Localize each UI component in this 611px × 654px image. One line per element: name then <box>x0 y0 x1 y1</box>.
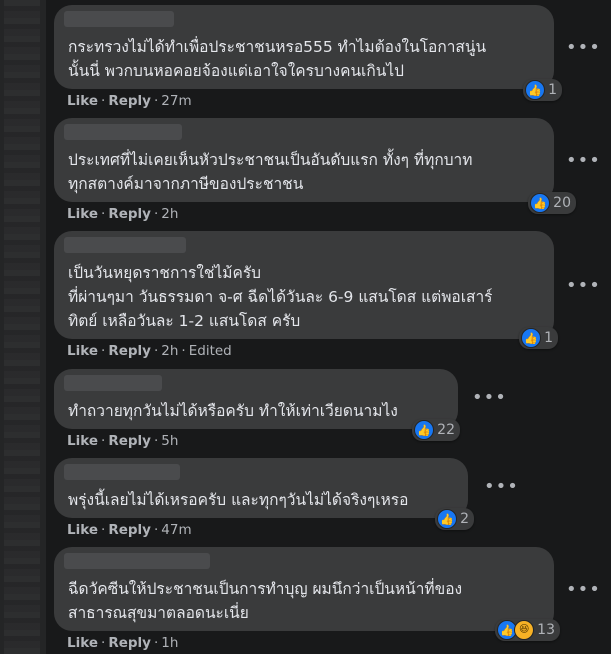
more-options-icon[interactable]: ••• <box>566 150 601 171</box>
like-button[interactable]: Like <box>67 635 98 651</box>
comment-bubble: พรุ่งนี้เลยไม่ได้เหรอครับ และทุกๆวันไม่ไ… <box>54 458 474 530</box>
author-name-blurred[interactable] <box>64 553 210 569</box>
more-options-icon[interactable]: ••• <box>566 275 601 296</box>
like-button[interactable]: Like <box>67 343 98 359</box>
reaction-summary[interactable]: 👍 1 <box>523 79 562 101</box>
separator: · <box>153 635 159 651</box>
avatar-blur <box>4 0 40 654</box>
comment-actions: Like · Reply · 1h <box>67 635 178 651</box>
separator: · <box>153 206 159 222</box>
separator: · <box>181 343 186 359</box>
comment-text: กระทรวงไม่ได้ทำเพื่อประชาชนหรอ555 ทำไมต้… <box>68 38 487 80</box>
reply-button[interactable]: Reply <box>108 343 151 359</box>
reaction-summary[interactable]: 👍 22 <box>412 419 460 441</box>
comment-text: ฉีดวัคซีนให้ประชาชนเป็นการทำบุญ ผมนึกว่า… <box>68 580 463 622</box>
reply-button[interactable]: Reply <box>108 433 151 449</box>
comment-text: ทำถวายทุกวันไม่ได้หรือครับ ทำให้เท่าเวีย… <box>68 402 398 420</box>
like-button[interactable]: Like <box>67 93 98 109</box>
reaction-count: 1 <box>548 82 557 98</box>
comment-4: ทำถวายทุกวันไม่ได้หรือครับ ทำให้เท่าเวีย… <box>54 369 506 449</box>
separator: · <box>101 433 106 449</box>
reaction-summary[interactable]: 👍 1 <box>519 327 558 349</box>
separator: · <box>101 93 106 109</box>
author-name-blurred[interactable] <box>64 124 182 140</box>
timestamp[interactable]: 2h <box>161 206 178 222</box>
more-options-icon[interactable]: ••• <box>484 476 519 497</box>
comment-actions: Like · Reply · 2h · Edited <box>67 343 232 359</box>
reaction-summary[interactable]: 👍 20 <box>528 192 576 214</box>
separator: · <box>101 635 106 651</box>
comment-bubble: ประเทศที่ไม่เคยเห็นหัวประชาชนเป็นอันดับแ… <box>54 118 576 214</box>
comment-actions: Like · Reply · 2h <box>67 206 178 222</box>
separator: · <box>101 522 106 538</box>
like-icon: 👍 <box>530 193 551 213</box>
comment-bubble: เป็นวันหยุดราชการใช่ไม้ครับ ที่ผ่านๆมา ว… <box>54 231 558 349</box>
comment-actions: Like · Reply · 27m <box>67 93 192 109</box>
comment-6: ฉีดวัคซีนให้ประชาชนเป็นการทำบุญ ผมนึกว่า… <box>54 547 600 651</box>
more-options-icon[interactable]: ••• <box>566 579 601 600</box>
reply-button[interactable]: Reply <box>108 635 151 651</box>
author-name-blurred[interactable] <box>64 237 186 253</box>
timestamp[interactable]: 5h <box>161 433 178 449</box>
comment-text: พรุ่งนี้เลยไม่ได้เหรอครับ และทุกๆวันไม่ไ… <box>68 491 409 509</box>
comment-bubble: กระทรวงไม่ได้ทำเพื่อประชาชนหรอ555 ทำไมต้… <box>54 5 562 101</box>
separator: · <box>101 343 106 359</box>
like-button[interactable]: Like <box>67 522 98 538</box>
reaction-count: 22 <box>437 422 455 438</box>
comment-actions: Like · Reply · 5h <box>67 433 178 449</box>
comment-bubble: ฉีดวัคซีนให้ประชาชนเป็นการทำบุญ ผมนึกว่า… <box>54 547 560 641</box>
like-button[interactable]: Like <box>67 433 98 449</box>
like-icon: 👍 <box>437 509 458 529</box>
reaction-summary[interactable]: 👍 😆 13 <box>495 619 560 641</box>
comment-text: เป็นวันหยุดราชการใช่ไม้ครับ ที่ผ่านๆมา ว… <box>68 264 493 330</box>
more-options-icon[interactable]: ••• <box>566 37 601 58</box>
like-icon: 👍 <box>414 420 435 440</box>
timestamp[interactable]: 1h <box>161 635 178 651</box>
reaction-count: 1 <box>544 330 553 346</box>
separator: · <box>153 522 159 538</box>
separator: · <box>153 93 159 109</box>
comment-bubble: ทำถวายทุกวันไม่ได้หรือครับ ทำให้เท่าเวีย… <box>54 369 460 441</box>
like-icon: 👍 <box>521 328 542 348</box>
timestamp[interactable]: 2h <box>161 343 178 359</box>
comment-3: เป็นวันหยุดราชการใช่ไม้ครับ ที่ผ่านๆมา ว… <box>54 231 600 359</box>
like-button[interactable]: Like <box>67 206 98 222</box>
separator: · <box>153 343 159 359</box>
like-icon: 👍 <box>525 80 546 100</box>
author-name-blurred[interactable] <box>64 464 180 480</box>
avatar-column <box>0 0 46 654</box>
comment-text: ประเทศที่ไม่เคยเห็นหัวประชาชนเป็นอันดับแ… <box>68 151 473 193</box>
separator: · <box>153 433 159 449</box>
reaction-count: 2 <box>460 511 469 527</box>
separator: · <box>101 206 106 222</box>
edited-label[interactable]: Edited <box>189 343 232 359</box>
author-name-blurred[interactable] <box>64 375 162 391</box>
reply-button[interactable]: Reply <box>108 93 151 109</box>
reaction-summary[interactable]: 👍 2 <box>435 508 474 530</box>
author-name-blurred[interactable] <box>64 11 174 27</box>
comment-actions: Like · Reply · 47m <box>67 522 192 538</box>
comment-2: ประเทศที่ไม่เคยเห็นหัวประชาชนเป็นอันดับแ… <box>54 118 600 222</box>
reaction-count: 13 <box>537 622 555 638</box>
haha-icon: 😆 <box>514 620 535 640</box>
reply-button[interactable]: Reply <box>108 206 151 222</box>
comment-1: กระทรวงไม่ได้ทำเพื่อประชาชนหรอ555 ทำไมต้… <box>54 5 600 109</box>
comment-5: พรุ่งนี้เลยไม่ได้เหรอครับ และทุกๆวันไม่ไ… <box>54 458 518 538</box>
reaction-count: 20 <box>553 195 571 211</box>
timestamp[interactable]: 47m <box>161 522 191 538</box>
more-options-icon[interactable]: ••• <box>472 387 507 408</box>
reply-button[interactable]: Reply <box>108 522 151 538</box>
timestamp[interactable]: 27m <box>161 93 191 109</box>
